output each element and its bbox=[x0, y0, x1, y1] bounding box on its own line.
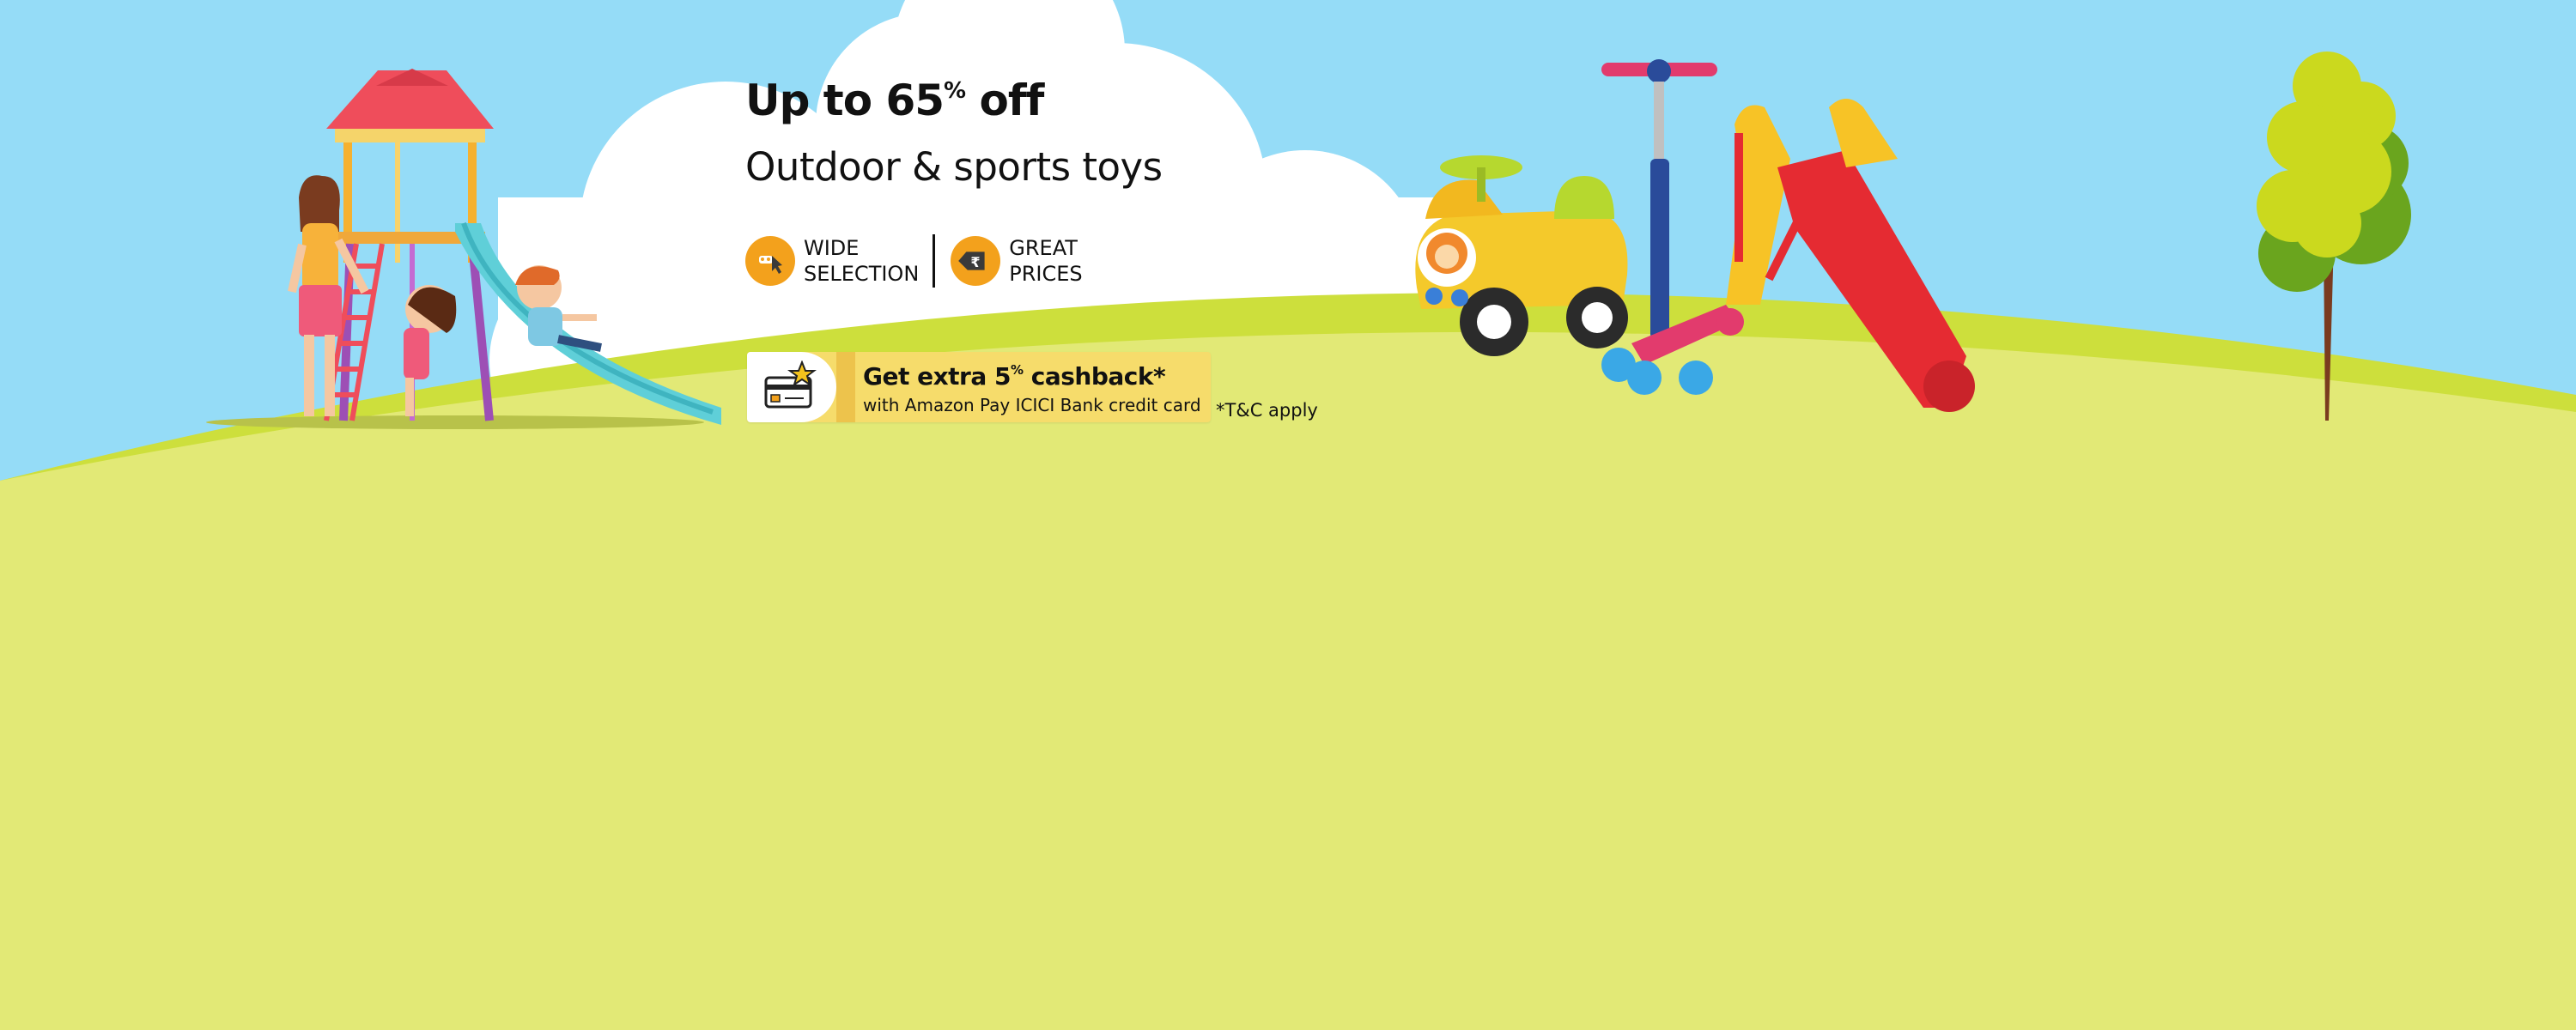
headline-block: Up to 65% off Outdoor & sports toys bbox=[745, 79, 1346, 186]
ground-shadow bbox=[206, 415, 704, 429]
cashback-offer-card[interactable]: Get extra 5% cashback* with Amazon Pay I… bbox=[747, 352, 1211, 422]
headline: Up to 65% off bbox=[745, 79, 1346, 122]
playground-illustration bbox=[206, 69, 721, 429]
offer-accent-band bbox=[836, 352, 855, 422]
offer-title: Get extra 5% cashback* bbox=[863, 362, 1166, 391]
feature-badges: WIDE SELECTION ₹ GREAT PRICES bbox=[745, 233, 1083, 288]
terms-and-conditions-note: *T&C apply bbox=[1216, 400, 1318, 421]
tree-illustration bbox=[2257, 52, 2411, 421]
feature-divider bbox=[933, 234, 936, 288]
offer-subtitle: with Amazon Pay ICICI Bank credit card bbox=[863, 395, 1201, 415]
product-showcase bbox=[1415, 59, 1975, 412]
hero-banner[interactable]: Up to 65% off Outdoor & sports toys WIDE… bbox=[0, 0, 2576, 1030]
offer-title-percent-sign: % bbox=[1010, 362, 1024, 378]
feature-wide-selection: WIDE SELECTION bbox=[745, 235, 919, 287]
feature-line-2: SELECTION bbox=[804, 262, 920, 286]
woman-figure bbox=[288, 175, 369, 416]
subheadline: Outdoor & sports toys bbox=[745, 144, 1163, 190]
feature-line-1: WIDE bbox=[804, 236, 860, 260]
offer-icon-box bbox=[747, 352, 836, 422]
rupee-price-tag-icon: ₹ bbox=[951, 236, 1001, 286]
toddler-slide bbox=[1726, 99, 1975, 412]
feature-great-prices: ₹ GREAT PRICES bbox=[951, 235, 1083, 287]
headline-prefix: Up to 65 bbox=[745, 76, 945, 125]
offer-title-prefix: Get extra 5 bbox=[863, 362, 1011, 391]
slide-child-figure bbox=[515, 265, 602, 352]
feature-label: GREAT PRICES bbox=[1009, 235, 1082, 287]
headline-percent-sign: % bbox=[944, 78, 966, 104]
pointer-hand-icon bbox=[745, 236, 795, 286]
svg-text:₹: ₹ bbox=[971, 254, 981, 270]
slide bbox=[455, 223, 721, 425]
credit-card-star-icon bbox=[764, 360, 817, 409]
feature-line-2: PRICES bbox=[1009, 262, 1083, 286]
headline-suffix: off bbox=[965, 76, 1045, 125]
offer-title-suffix: cashback* bbox=[1023, 362, 1166, 391]
child-figure bbox=[404, 285, 457, 416]
feature-line-1: GREAT bbox=[1009, 236, 1078, 260]
ride-on-car bbox=[1415, 155, 1628, 356]
feature-label: WIDE SELECTION bbox=[804, 235, 919, 287]
kick-scooter bbox=[1601, 59, 1744, 395]
